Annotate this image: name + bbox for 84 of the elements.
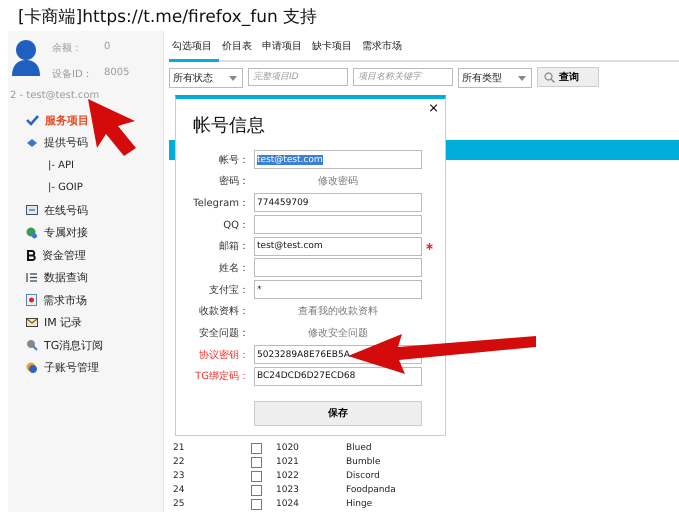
field-label: 邮箱： xyxy=(218,240,249,254)
tab[interactable]: 勾选项目 xyxy=(169,33,219,62)
tab[interactable]: 缺卡项目 xyxy=(309,33,359,62)
sidebar-item[interactable]: 数据查询 xyxy=(26,266,163,289)
device-id-label: 设备ID： xyxy=(52,68,94,81)
input-field[interactable] xyxy=(254,215,422,234)
field-link[interactable]: 查看我的收款资料 xyxy=(254,304,422,318)
sidebar-item[interactable]: 资金管理 xyxy=(26,244,163,266)
caret-icon xyxy=(518,76,526,80)
caret-icon xyxy=(229,76,237,80)
save-button[interactable]: 保存 xyxy=(254,400,422,426)
user-account-text: 2 - test@test.com xyxy=(9,89,100,101)
project-name-cell: Discord xyxy=(346,471,380,481)
field-label: 姓名： xyxy=(218,262,249,275)
input-field[interactable]: 774459709 xyxy=(254,193,422,212)
project-id-cell-text: 1020 xyxy=(276,443,300,453)
row-number: 23 xyxy=(172,471,186,481)
row-checkbox[interactable] xyxy=(251,484,262,496)
user-avatar-icon xyxy=(10,39,42,77)
project-id-cell-text: 1023 xyxy=(276,485,300,495)
sidebar-item[interactable]: 专属对接 xyxy=(26,222,163,244)
sidebar-item[interactable]: 需求市场 xyxy=(26,289,163,312)
project-name-cell: Hinge xyxy=(346,499,372,509)
query-button[interactable]: 查询 xyxy=(537,67,599,87)
project-name-cell: Foodpanda xyxy=(346,485,396,495)
input-field[interactable] xyxy=(254,258,422,278)
row-checkbox[interactable] xyxy=(251,456,262,468)
balance-label: 余额： xyxy=(52,42,83,55)
card-icon xyxy=(26,205,38,216)
sidebar-item[interactable]: 在线号码 xyxy=(26,199,163,222)
field-label: 安全问题： xyxy=(198,326,249,340)
input-field[interactable]: test@test.com xyxy=(254,150,422,169)
search-icon xyxy=(544,72,555,82)
checkmark-icon xyxy=(26,114,39,126)
users-icon xyxy=(26,362,38,374)
row-number: 22 xyxy=(172,457,186,467)
envelope-icon xyxy=(26,318,38,328)
filter-dropdown[interactable]: 所有类型 xyxy=(458,68,532,88)
field-label: QQ： xyxy=(222,218,249,232)
field-label: 密码： xyxy=(218,174,249,188)
project-name-cell: Blued xyxy=(346,443,372,453)
sidebar-item[interactable]: TG消息订阅 xyxy=(26,334,163,356)
row-checkbox[interactable] xyxy=(251,498,262,510)
row-number: 21 xyxy=(172,443,186,453)
tab[interactable]: 需求市场 xyxy=(359,33,409,62)
row-number: 24 xyxy=(172,485,186,495)
tab[interactable]: 价目表 xyxy=(219,33,259,62)
sidebar-subitem[interactable]: |- API xyxy=(26,154,163,176)
field-label: 帐号： xyxy=(218,154,249,166)
device-id-value: 8005 xyxy=(104,67,130,80)
field-label: 支付宝： xyxy=(208,284,249,297)
sidebar-item[interactable]: 提供号码 xyxy=(26,132,163,154)
field-link[interactable]: 修改安全问题 xyxy=(254,326,422,340)
sidebar-item[interactable]: IM 记录 xyxy=(26,312,163,334)
input-field[interactable]: BC24DCD6D27ECD68 xyxy=(254,366,422,386)
list-icon xyxy=(26,272,38,284)
project-id-cell-text: 1021 xyxy=(276,457,300,467)
field-link[interactable]: 修改密码 xyxy=(254,174,422,188)
input-field[interactable]: * xyxy=(254,280,422,300)
balance-value: 0 xyxy=(104,41,110,54)
row-checkbox[interactable] xyxy=(251,442,262,454)
document-icon xyxy=(26,294,37,306)
filter-dropdown[interactable]: 所有状态 xyxy=(169,68,243,88)
filter-input[interactable]: 项目名称关键字 xyxy=(353,68,453,86)
sidebar-item[interactable]: 子账号管理 xyxy=(26,356,163,379)
row-checkbox[interactable] xyxy=(251,470,262,482)
field-label: 协议密钥： xyxy=(198,348,249,362)
sidebar-item[interactable]: 服务项目 xyxy=(26,109,163,132)
field-label: TG绑定码： xyxy=(194,370,249,384)
diamond-icon xyxy=(26,138,38,148)
field-label: Telegram： xyxy=(192,196,249,210)
close-button[interactable]: × xyxy=(428,101,439,116)
project-id-cell-text: 1022 xyxy=(276,471,300,481)
row-number: 25 xyxy=(172,499,186,509)
window-title: [卡商端]https://t.me/firefox_fun 支持 xyxy=(17,6,318,29)
project-name-cell: Bumble xyxy=(346,457,380,467)
tab[interactable]: 申请项目 xyxy=(259,33,309,62)
project-id-cell-text: 1024 xyxy=(276,499,300,509)
dialog-title: 帐号信息 xyxy=(193,114,265,136)
filter-input[interactable]: 完整项目ID xyxy=(248,68,348,86)
annotation-arrow-overlay xyxy=(88,99,136,156)
input-field[interactable]: test@test.com xyxy=(254,236,422,256)
field-label: 收款资料： xyxy=(198,304,249,318)
sidebar-subitem[interactable]: |- GOIP xyxy=(26,176,163,199)
